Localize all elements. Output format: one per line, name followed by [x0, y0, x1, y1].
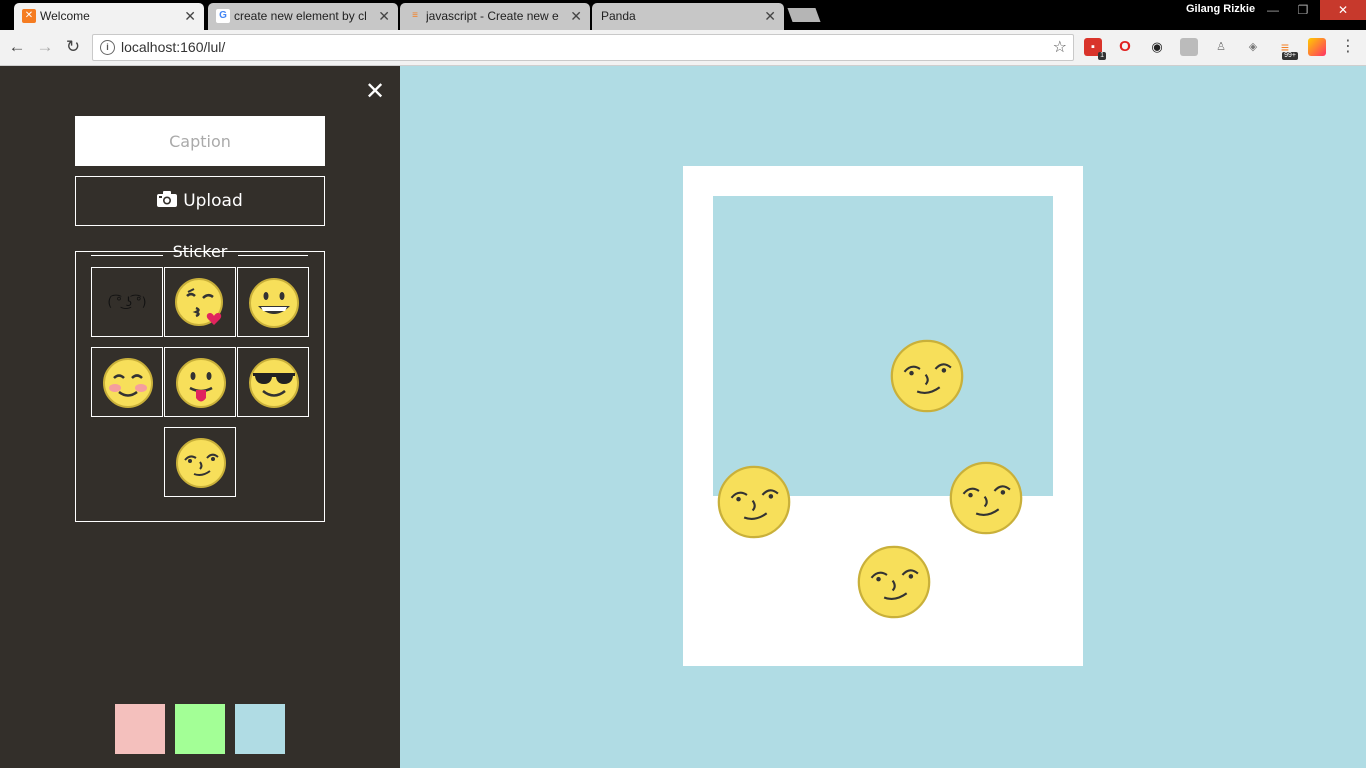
- sticker-tongue-out[interactable]: [164, 347, 236, 417]
- tab-welcome[interactable]: ✕ Welcome ✕: [14, 3, 204, 30]
- xampp-icon: ✕: [22, 9, 36, 23]
- window-close-icon[interactable]: ✕: [1320, 0, 1366, 20]
- editor-sidebar: ✕ Upload Sticker ( ͡° ͜ʖ ͡°): [0, 66, 400, 768]
- url-text[interactable]: localhost:160/lul/: [121, 35, 225, 60]
- placed-smirk-sticker[interactable]: [889, 338, 965, 414]
- address-bar[interactable]: i localhost:160/lul/ ☆: [92, 34, 1074, 61]
- photo-area[interactable]: [713, 196, 1053, 496]
- smirk-emoji-icon: [176, 438, 226, 488]
- back-icon[interactable]: ←: [6, 36, 28, 58]
- extension-cube-icon[interactable]: ◈: [1244, 38, 1262, 56]
- swatch-green[interactable]: [175, 704, 225, 754]
- swatch-pink[interactable]: [115, 704, 165, 754]
- info-icon[interactable]: i: [100, 40, 115, 55]
- extension-gray-icon[interactable]: [1180, 38, 1198, 56]
- close-tab-icon[interactable]: ✕: [764, 3, 776, 30]
- upload-button[interactable]: Upload: [75, 176, 325, 226]
- extension-colorful-icon[interactable]: [1308, 38, 1326, 56]
- sticker-kissing-heart[interactable]: [164, 267, 236, 337]
- close-tab-icon[interactable]: ✕: [378, 3, 390, 30]
- sticker-grinning[interactable]: [237, 267, 309, 337]
- camera-icon: [157, 191, 178, 207]
- extension-figure-icon[interactable]: ♙: [1212, 38, 1230, 56]
- tab-panda[interactable]: Panda ✕: [592, 3, 784, 30]
- tab-title: Welcome: [40, 9, 90, 23]
- sticker-smirk[interactable]: [164, 427, 236, 497]
- tab-title: create new element by cl: [234, 9, 367, 23]
- forward-icon[interactable]: →: [34, 36, 56, 58]
- page-content: ✕ Upload Sticker ( ͡° ͜ʖ ͡°): [0, 66, 1366, 768]
- sticker-sunglasses[interactable]: [237, 347, 309, 417]
- profile-name[interactable]: Gilang Rizkie: [1186, 3, 1255, 15]
- kissing-heart-emoji-icon: [175, 278, 223, 326]
- minimize-icon[interactable]: —: [1258, 0, 1288, 20]
- sticker-lenny-face[interactable]: ( ͡° ͜ʖ ͡°): [91, 267, 163, 337]
- tab-title: javascript - Create new e: [426, 9, 559, 23]
- tongue-out-emoji-icon: [176, 358, 226, 408]
- blushing-emoji-icon: [103, 358, 153, 408]
- bookmark-star-icon[interactable]: ☆: [1053, 35, 1067, 60]
- sticker-blushing[interactable]: [91, 347, 163, 417]
- tab-strip: ✕ Welcome ✕ G create new element by cl ✕…: [0, 0, 1366, 30]
- restore-icon[interactable]: ❐: [1288, 0, 1318, 20]
- swatch-light-blue[interactable]: [235, 704, 285, 754]
- upload-label: Upload: [183, 191, 243, 211]
- sticker-legend: Sticker: [172, 242, 228, 261]
- placed-smirk-sticker[interactable]: [948, 460, 1024, 536]
- placed-smirk-sticker[interactable]: [856, 544, 932, 620]
- caption-input[interactable]: [75, 116, 325, 166]
- tab-title: Panda: [601, 9, 636, 23]
- close-tab-icon[interactable]: ✕: [184, 3, 196, 30]
- panda-icon[interactable]: ◉: [1148, 38, 1166, 56]
- new-tab-button[interactable]: [787, 8, 821, 22]
- tab-create-new-element[interactable]: G create new element by cl ✕: [208, 3, 398, 30]
- placed-smirk-sticker[interactable]: [716, 464, 792, 540]
- browser-toolbar: ← → ↻ i localhost:160/lul/ ☆ ▪ 1 O ◉ ♙ ◈ …: [0, 30, 1366, 66]
- lenny-face-text: ( ͡° ͜ʖ ͡°): [107, 295, 147, 309]
- google-icon: G: [216, 9, 230, 23]
- sunglasses-emoji-icon: [249, 358, 299, 408]
- close-icon[interactable]: ✕: [364, 80, 386, 104]
- tab-javascript[interactable]: ≡ javascript - Create new e ✕: [400, 3, 590, 30]
- extension-red-icon[interactable]: ▪ 1: [1084, 38, 1106, 60]
- grinning-emoji-icon: [249, 278, 299, 328]
- sticker-panel: Sticker ( ͡° ͜ʖ ͡°): [75, 242, 325, 522]
- reload-icon[interactable]: ↻: [62, 36, 84, 58]
- browser-menu-icon[interactable]: ⋮: [1340, 38, 1356, 56]
- stackoverflow-extension-icon[interactable]: ≡ 99+: [1276, 38, 1298, 60]
- stackoverflow-icon: ≡: [412, 10, 418, 21]
- close-tab-icon[interactable]: ✕: [570, 3, 582, 30]
- opera-icon[interactable]: O: [1116, 38, 1134, 56]
